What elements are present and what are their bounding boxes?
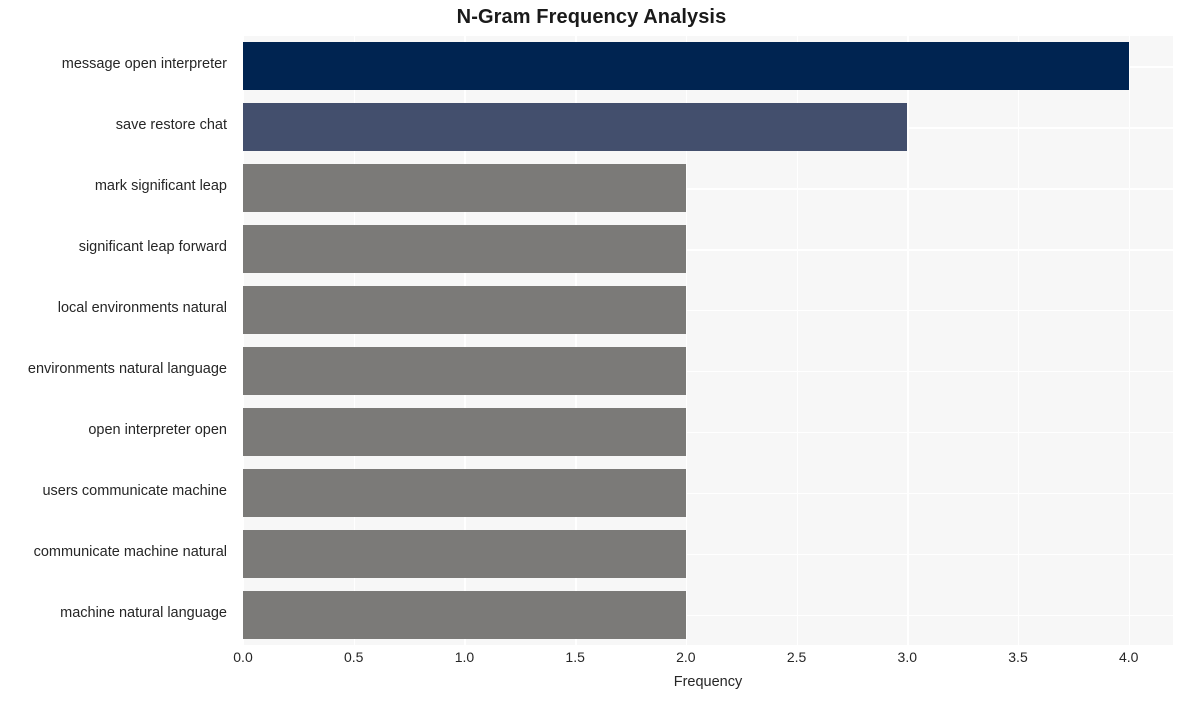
plot-area [243,36,1173,645]
x-axis-label: Frequency [673,674,743,690]
y-axis-tick-label: machine natural language [60,604,227,621]
x-axis-tick-label: 1.5 [565,649,585,665]
y-axis-tick-label: users communicate machine [42,482,227,499]
bar[interactable] [243,468,686,517]
x-axis-tick-label: 2.5 [786,649,807,665]
y-axis-tick-label: local environments natural [57,300,227,317]
chart-figure: N-Gram Frequency Analysis message open i… [0,0,1183,701]
x-axis-tick-label: 0.5 [343,649,364,665]
x-axis-tick-label: 3.5 [1008,649,1028,665]
bar[interactable] [243,529,686,578]
x-axis-tick-label: 2.0 [676,649,696,665]
bar-band [243,590,1173,639]
y-axis-tick-label: significant leap forward [78,239,227,256]
bar[interactable] [243,103,908,152]
y-axis-tick-label: save restore chat [115,117,227,134]
x-axis-tick-label: 4.0 [1118,649,1139,665]
bar-band [243,407,1173,456]
bar-band [243,103,1173,152]
bar-band [243,164,1173,213]
bar-band [243,286,1173,335]
y-axis-tick-label: mark significant leap [94,178,227,195]
y-axis-tick-label: message open interpreter [61,56,227,73]
bar[interactable] [243,286,686,335]
bar-band [243,42,1173,91]
bar-band [243,468,1173,517]
y-axis-tick-label: communicate machine natural [33,543,227,560]
bar[interactable] [243,590,686,639]
bar[interactable] [243,225,686,274]
x-axis-tick-label: 0.0 [233,649,253,665]
bar-band [243,346,1173,395]
bar-band [243,225,1173,274]
bar[interactable] [243,346,686,395]
bar[interactable] [243,42,1129,91]
chart-title: N-Gram Frequency Analysis [456,6,727,28]
bar[interactable] [243,407,686,456]
x-axis-tick-label: 3.0 [897,649,918,665]
bar[interactable] [243,164,686,213]
bar-band [243,529,1173,578]
x-axis-tick-label: 1.0 [454,649,475,665]
y-axis-tick-label: open interpreter open [88,421,227,438]
y-axis-tick-label: environments natural language [27,360,227,377]
x-axis-tick-labels: 0.0 0.5 1.0 1.5 2.0 2.5 3.0 3.5 4.0 [233,649,1173,673]
y-axis-tick-labels: message open interpreter save restore cha… [0,36,235,645]
